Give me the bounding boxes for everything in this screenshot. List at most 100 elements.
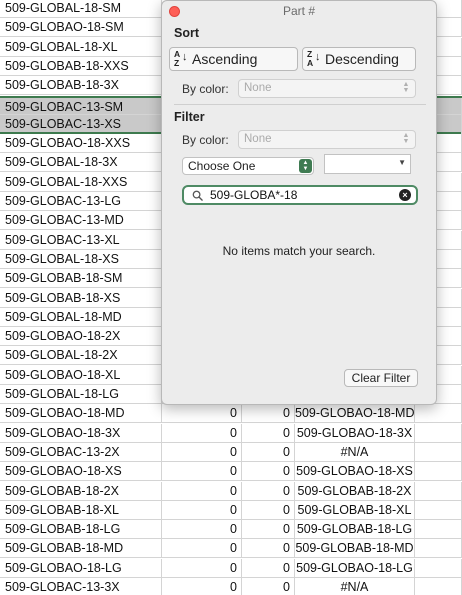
cell-a[interactable]: 509-GLOBAB-18-XL [0,500,162,520]
cell-a[interactable]: 509-GLOBAO-18-XS [0,462,162,482]
cell-e[interactable] [415,481,462,501]
cell-d[interactable]: 509-GLOBAO-18-MD [295,404,415,424]
cell-e[interactable] [415,442,462,462]
cell-e[interactable] [415,500,462,520]
search-input[interactable]: 509-GLOBA*-18 [210,188,297,202]
cell-a[interactable]: 509-GLOBAC-13-SM [0,97,162,117]
cell-b[interactable]: 0 [162,539,242,559]
cell-b[interactable]: 0 [162,423,242,443]
cell-e[interactable] [415,578,462,595]
sort-heading: Sort [174,26,199,40]
cell-a[interactable]: 509-GLOBAO-18-XXS [0,134,162,154]
cell-d[interactable]: 509-GLOBAO-18-XS [295,462,415,482]
sort-by-color-select[interactable]: None ▲ ▼ [238,79,416,98]
cell-b[interactable]: 0 [162,558,242,578]
sort-descending-label: Descending [325,51,399,67]
cell-a[interactable]: 509-GLOBAB-18-XXS [0,56,162,76]
cell-d[interactable]: 509-GLOBAB-18-2X [295,481,415,501]
cell-d[interactable]: 509-GLOBAB-18-XL [295,500,415,520]
table-row[interactable]: 509-GLOBAB-18-LG 0 0 509-GLOBAB-18-LG [0,520,462,540]
cell-c[interactable]: 0 [242,578,295,595]
table-row[interactable]: 509-GLOBAC-13-3X 0 0 #N/A [0,578,462,595]
cell-b[interactable]: 0 [162,500,242,520]
table-row[interactable]: 509-GLOBAO-18-XS 0 0 509-GLOBAO-18-XS [0,462,462,482]
cell-d[interactable]: 509-GLOBAO-18-3X [295,423,415,443]
filter-by-color-value: None [244,133,272,145]
cell-a[interactable]: 509-GLOBAO-18-SM [0,18,162,38]
cell-c[interactable]: 0 [242,442,295,462]
cell-a[interactable]: 509-GLOBAC-13-XL [0,230,162,250]
filter-search-field[interactable]: 509-GLOBA*-18 × [182,185,418,205]
table-row[interactable]: 509-GLOBAO-18-MD 0 0 509-GLOBAO-18-MD [0,404,462,424]
cell-b[interactable]: 0 [162,520,242,540]
cell-b[interactable]: 0 [162,404,242,424]
cell-a[interactable]: 509-GLOBAL-18-2X [0,346,162,366]
cell-a[interactable]: 509-GLOBAO-18-LG [0,558,162,578]
cell-e[interactable] [415,462,462,482]
cell-a[interactable]: 509-GLOBAB-18-XS [0,288,162,308]
cell-a[interactable]: 509-GLOBAO-18-XL [0,365,162,385]
cell-a[interactable]: 509-GLOBAL-18-LG [0,385,162,404]
cell-a[interactable]: 509-GLOBAB-18-2X [0,481,162,501]
cell-a[interactable]: 509-GLOBAL-18-MD [0,307,162,327]
table-row[interactable]: 509-GLOBAC-13-2X 0 0 #N/A [0,442,462,462]
cell-a[interactable]: 509-GLOBAL-18-3X [0,153,162,173]
cell-a[interactable]: 509-GLOBAL-18-XS [0,249,162,269]
filter-condition-value: Choose One [188,159,256,173]
cell-d[interactable]: #N/A [295,578,415,595]
sort-ascending-button[interactable]: A Z ↓ Ascending [169,47,298,71]
cell-a[interactable]: 509-GLOBAC-13-3X [0,578,162,595]
cell-c[interactable]: 0 [242,500,295,520]
cell-a[interactable]: 509-GLOBAC-13-LG [0,192,162,211]
cell-c[interactable]: 0 [242,539,295,559]
cell-b[interactable]: 0 [162,462,242,482]
search-icon [192,190,203,201]
cell-a[interactable]: 509-GLOBAO-18-MD [0,404,162,424]
no-results-message: No items match your search. [222,244,376,258]
cell-c[interactable]: 0 [242,520,295,540]
cell-a[interactable]: 509-GLOBAL-18-XL [0,37,162,57]
cell-a[interactable]: 509-GLOBAC-13-2X [0,442,162,462]
cell-a[interactable]: 509-GLOBAL-18-XXS [0,172,162,192]
cell-e[interactable] [415,558,462,578]
cell-b[interactable]: 0 [162,481,242,501]
cell-a[interactable]: 509-GLOBAB-18-SM [0,269,162,289]
popover-titlebar: Part # [162,1,436,21]
cell-a[interactable]: 509-GLOBAO-18-2X [0,327,162,347]
cell-c[interactable]: 0 [242,462,295,482]
updown-arrows-icon: ▲ ▼ [299,159,312,173]
table-row[interactable]: 509-GLOBAO-18-LG 0 0 509-GLOBAO-18-LG [0,558,462,578]
cell-a[interactable]: 509-GLOBAC-13-XS [0,114,162,134]
table-row[interactable]: 509-GLOBAB-18-XL 0 0 509-GLOBAB-18-XL [0,500,462,520]
filter-by-color-select[interactable]: None ▲ ▼ [238,130,416,149]
cell-b[interactable]: 0 [162,442,242,462]
cell-a[interactable]: 509-GLOBAO-18-3X [0,423,162,443]
cell-a[interactable]: 509-GLOBAB-18-3X [0,76,162,96]
clear-icon[interactable]: × [399,189,411,201]
cell-d[interactable]: #N/A [295,442,415,462]
cell-c[interactable]: 0 [242,423,295,443]
filter-value-combo[interactable]: ▼ [324,154,411,174]
clear-filter-button[interactable]: Clear Filter [344,369,418,387]
cell-e[interactable] [415,520,462,540]
sort-descending-button[interactable]: Z A ↓ Descending [302,47,416,71]
cell-e[interactable] [415,539,462,559]
cell-c[interactable]: 0 [242,404,295,424]
cell-d[interactable]: 509-GLOBAB-18-MD [295,539,415,559]
cell-e[interactable] [415,404,462,424]
cell-a[interactable]: 509-GLOBAC-13-MD [0,211,162,231]
cell-a[interactable]: 509-GLOBAB-18-MD [0,539,162,559]
chevron-down-icon[interactable]: ▼ [398,158,406,167]
table-row[interactable]: 509-GLOBAB-18-MD 0 0 509-GLOBAB-18-MD [0,539,462,559]
cell-a[interactable]: 509-GLOBAB-18-LG [0,520,162,540]
cell-a[interactable]: 509-GLOBAL-18-SM [0,0,162,18]
filter-condition-select[interactable]: Choose One ▲ ▼ [182,157,314,175]
cell-d[interactable]: 509-GLOBAO-18-LG [295,558,415,578]
cell-d[interactable]: 509-GLOBAB-18-LG [295,520,415,540]
cell-c[interactable]: 0 [242,481,295,501]
cell-c[interactable]: 0 [242,558,295,578]
cell-e[interactable] [415,423,462,443]
cell-b[interactable]: 0 [162,578,242,595]
table-row[interactable]: 509-GLOBAB-18-2X 0 0 509-GLOBAB-18-2X [0,481,462,501]
table-row[interactable]: 509-GLOBAO-18-3X 0 0 509-GLOBAO-18-3X [0,423,462,443]
